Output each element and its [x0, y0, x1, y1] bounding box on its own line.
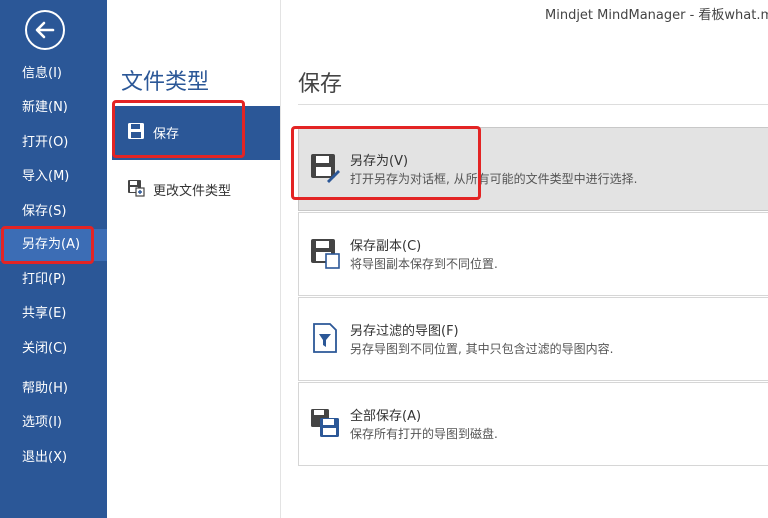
- floppy-disk-icon: [128, 123, 144, 139]
- save-all-icon: [311, 409, 339, 437]
- option-save-all[interactable]: 全部保存(A) 保存所有打开的导图到磁盘.: [298, 382, 768, 466]
- filetype-item-save[interactable]: 保存: [112, 106, 280, 160]
- panel-title: 保存: [298, 72, 343, 97]
- save-as-icon: [311, 154, 340, 183]
- nav-item-import[interactable]: 导入(M): [0, 161, 107, 193]
- option-save-copy-label: 保存副本(C): [350, 239, 422, 254]
- backstage-nav: 信息(I) 新建(N) 打开(O) 导入(M) 保存(S) 另存为(A) 打印(…: [0, 0, 107, 518]
- filetype-item-save-label: 保存: [153, 127, 180, 142]
- nav-item-info[interactable]: 信息(I): [0, 58, 107, 90]
- filetype-title: 文件类型: [121, 70, 210, 95]
- option-save-as-label: 另存为(V): [350, 154, 409, 169]
- nav-item-print[interactable]: 打印(P): [0, 264, 107, 296]
- filetype-item-change-label: 更改文件类型: [153, 184, 232, 199]
- save-copy-icon: [311, 239, 340, 269]
- change-filetype-icon: [128, 180, 145, 197]
- nav-item-new[interactable]: 新建(N): [0, 92, 107, 124]
- nav-item-open[interactable]: 打开(O): [0, 127, 107, 159]
- nav-item-save-as[interactable]: 另存为(A): [0, 229, 107, 261]
- option-save-filtered-label: 另存过滤的导图(F): [350, 324, 459, 339]
- save-filtered-icon: [313, 323, 337, 353]
- option-save-filtered-desc: 另存导图到不同位置, 其中只包含过滤的导图内容.: [350, 342, 614, 356]
- filetype-item-change[interactable]: 更改文件类型: [112, 163, 280, 213]
- window-title: Mindjet MindManager - 看板what.m: [545, 8, 768, 23]
- back-button[interactable]: [25, 10, 65, 50]
- nav-item-exit[interactable]: 退出(X): [0, 442, 107, 474]
- nav-item-share[interactable]: 共享(E): [0, 298, 107, 330]
- option-save-copy-desc: 将导图副本保存到不同位置.: [350, 257, 498, 271]
- nav-item-close[interactable]: 关闭(C): [0, 333, 107, 365]
- option-save-as-desc: 打开另存为对话框, 从所有可能的文件类型中进行选择.: [350, 172, 638, 186]
- option-save-all-desc: 保存所有打开的导图到磁盘.: [350, 427, 498, 441]
- nav-item-options[interactable]: 选项(I): [0, 407, 107, 439]
- option-save-copy[interactable]: 保存副本(C) 将导图副本保存到不同位置.: [298, 212, 768, 296]
- nav-item-save[interactable]: 保存(S): [0, 196, 107, 228]
- option-save-filtered[interactable]: 另存过滤的导图(F) 另存导图到不同位置, 其中只包含过滤的导图内容.: [298, 297, 768, 381]
- option-save-all-label: 全部保存(A): [350, 409, 422, 424]
- nav-item-help[interactable]: 帮助(H): [0, 373, 107, 405]
- back-arrow-icon: [35, 21, 55, 39]
- panel-divider: [298, 104, 768, 105]
- filetype-column: 文件类型 保存 更改文件类型: [107, 0, 281, 518]
- option-save-as[interactable]: 另存为(V) 打开另存为对话框, 从所有可能的文件类型中进行选择.: [298, 127, 768, 211]
